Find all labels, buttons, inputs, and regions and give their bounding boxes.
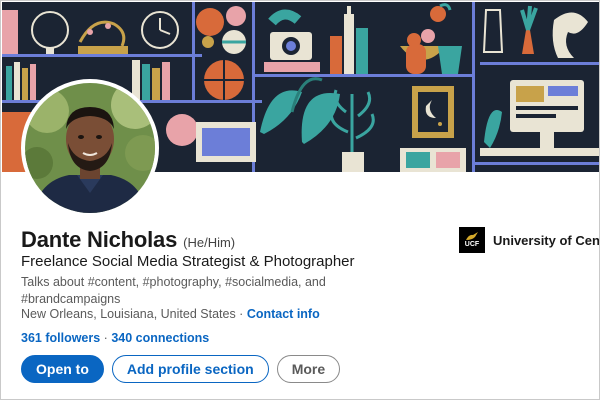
- profile-actions: Open to Add profile section More: [21, 355, 341, 383]
- pegasus-icon: [466, 231, 478, 240]
- university-logo-text: UCF: [464, 240, 480, 248]
- profile-location: New Orleans, Louisiana, United States: [21, 307, 236, 321]
- university-name: University of Cent: [493, 232, 600, 248]
- stats-separator: ·: [100, 331, 112, 345]
- avatar-image: [25, 83, 155, 213]
- network-stats: 361 followers · 340 connections: [21, 331, 209, 345]
- contact-info-link[interactable]: Contact info: [247, 307, 320, 321]
- more-button[interactable]: More: [276, 355, 341, 383]
- location-row: New Orleans, Louisiana, United States · …: [21, 307, 320, 321]
- profile-pronouns: (He/Him): [183, 235, 236, 250]
- open-to-button[interactable]: Open to: [21, 355, 104, 383]
- followers-link[interactable]: 361 followers: [21, 331, 100, 345]
- connections-link[interactable]: 340 connections: [111, 331, 209, 345]
- profile-photo[interactable]: [21, 79, 159, 217]
- profile-name: Dante Nicholas: [21, 227, 178, 252]
- education-link[interactable]: UCF University of Cent: [459, 227, 600, 253]
- university-logo: UCF: [459, 227, 485, 253]
- profile-card: Dante Nicholas (He/Him) Freelance Social…: [0, 0, 600, 400]
- name-row: Dante Nicholas (He/Him): [21, 227, 235, 253]
- talks-about: Talks about #content, #photography, #soc…: [21, 275, 326, 306]
- profile-headline: Freelance Social Media Strategist & Phot…: [21, 253, 355, 270]
- add-profile-section-button[interactable]: Add profile section: [111, 355, 269, 383]
- location-separator: ·: [235, 307, 247, 321]
